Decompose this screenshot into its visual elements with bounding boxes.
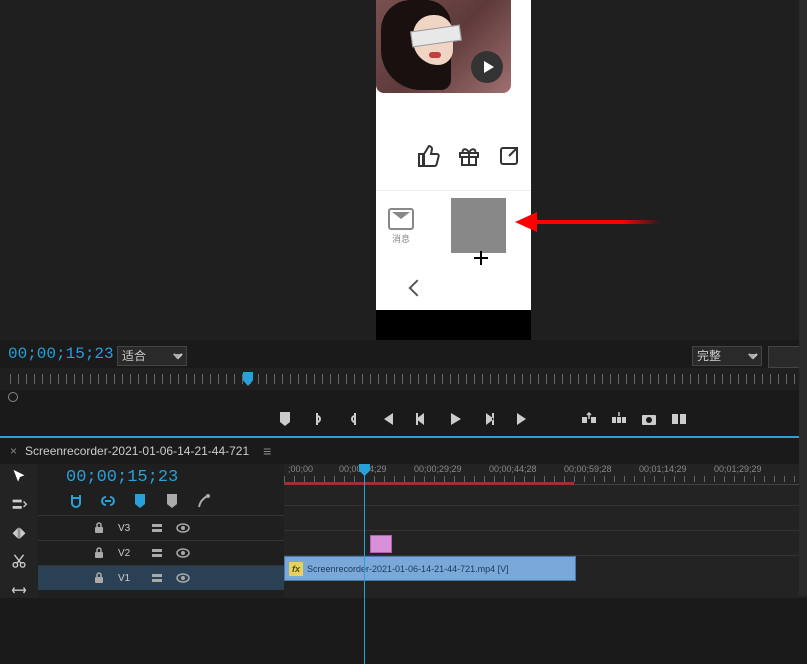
- sync-lock-icon[interactable]: [150, 571, 164, 585]
- fx-badge[interactable]: fx: [289, 562, 303, 576]
- track-label: V3: [118, 523, 138, 534]
- go-to-in-icon[interactable]: [379, 411, 395, 427]
- track-header-column: 00;00;15;23 V3 V2 V: [38, 464, 284, 598]
- track-v1[interactable]: fx Screenrecorder-2021-01-06-14-21-44-72…: [284, 555, 807, 580]
- annotation-arrow: [515, 212, 660, 232]
- clip-name: Screenrecorder-2021-01-06-14-21-44-721.m…: [307, 564, 509, 574]
- track-header-v1[interactable]: V1: [38, 565, 284, 590]
- vertical-scrollbar[interactable]: [799, 0, 807, 596]
- go-to-out-icon[interactable]: [515, 411, 531, 427]
- back-row: [376, 270, 531, 305]
- nav-messages-label: 消息: [376, 232, 426, 245]
- program-ruler[interactable]: [0, 368, 807, 390]
- play-icon: [471, 51, 503, 83]
- sync-lock-icon[interactable]: [150, 546, 164, 560]
- track-header-v2[interactable]: V2: [38, 540, 284, 565]
- tab-close-button[interactable]: ×: [10, 444, 17, 458]
- selection-tool-icon[interactable]: [10, 468, 28, 484]
- sequence-tab-title[interactable]: Screenrecorder-2021-01-06-14-21-44-721: [25, 444, 249, 458]
- timeline-panel: × Screenrecorder-2021-01-06-14-21-44-721…: [0, 436, 807, 598]
- video-thumbnail: [376, 0, 511, 93]
- snap-icon[interactable]: [68, 493, 84, 509]
- timeline-settings-icon[interactable]: [196, 493, 212, 509]
- timeline-tracks-area[interactable]: ;00;00 00;00;14;29 00;00;29;29 00;00;44;…: [284, 464, 807, 598]
- play-icon[interactable]: [447, 411, 463, 427]
- lock-icon[interactable]: [92, 521, 106, 535]
- ripple-tool-icon[interactable]: [10, 525, 28, 541]
- transport-controls: [0, 405, 807, 433]
- render-bar: [284, 482, 574, 485]
- quality-select[interactable]: 完整: [692, 346, 762, 366]
- eye-icon[interactable]: [176, 521, 190, 535]
- gray-overlay-box: [451, 198, 506, 253]
- clip-v1[interactable]: fx Screenrecorder-2021-01-06-14-21-44-72…: [284, 556, 576, 581]
- timeline-tools: [0, 464, 38, 598]
- track-v3[interactable]: [284, 505, 807, 530]
- clip-v2[interactable]: [370, 535, 392, 553]
- like-icon: [417, 144, 441, 168]
- timeline-timecode[interactable]: 00;00;15;23: [38, 464, 284, 489]
- track-label: V1: [118, 573, 138, 584]
- program-timecode[interactable]: 00;00;15;23: [8, 345, 114, 363]
- action-row: [376, 135, 531, 177]
- tab-menu-icon[interactable]: ≡: [263, 443, 271, 459]
- track-label: V2: [118, 548, 138, 559]
- program-monitor-panel: 消息: [0, 0, 807, 340]
- extract-icon[interactable]: [611, 411, 627, 427]
- comparison-view-icon[interactable]: [671, 411, 687, 427]
- settings-dropdown[interactable]: [768, 346, 800, 368]
- in-point-icon[interactable]: [311, 411, 327, 427]
- track-select-tool-icon[interactable]: [10, 496, 28, 512]
- track-header-v3[interactable]: V3: [38, 515, 284, 540]
- gift-icon: [457, 144, 481, 168]
- step-back-icon[interactable]: [413, 411, 429, 427]
- track-v2[interactable]: [284, 530, 807, 555]
- out-point-icon[interactable]: [345, 411, 361, 427]
- step-forward-icon[interactable]: [481, 411, 497, 427]
- eye-icon[interactable]: [176, 571, 190, 585]
- nav-messages: 消息: [376, 200, 426, 255]
- timeline-tab-bar: × Screenrecorder-2021-01-06-14-21-44-721…: [0, 438, 807, 464]
- export-frame-icon[interactable]: [641, 411, 657, 427]
- back-chevron-icon: [409, 279, 426, 296]
- program-monitor[interactable]: 消息: [376, 0, 531, 340]
- sync-lock-icon[interactable]: [150, 521, 164, 535]
- lock-icon[interactable]: [92, 571, 106, 585]
- lift-icon[interactable]: [581, 411, 597, 427]
- mail-icon: [388, 208, 414, 230]
- lock-icon[interactable]: [92, 546, 106, 560]
- eye-icon[interactable]: [176, 546, 190, 560]
- timeline-playhead[interactable]: [364, 464, 365, 664]
- zoom-select[interactable]: 适合: [117, 346, 187, 366]
- person-image: [381, 0, 471, 93]
- marker-add-icon[interactable]: [277, 411, 293, 427]
- razor-tool-icon[interactable]: [10, 553, 28, 569]
- phone-screen-content: 消息: [376, 0, 531, 310]
- add-marker-icon[interactable]: [132, 493, 148, 509]
- share-icon: [497, 144, 521, 168]
- linked-selection-icon[interactable]: [100, 493, 116, 509]
- marker-icon[interactable]: [164, 493, 180, 509]
- ruler-start-marker: [8, 392, 18, 402]
